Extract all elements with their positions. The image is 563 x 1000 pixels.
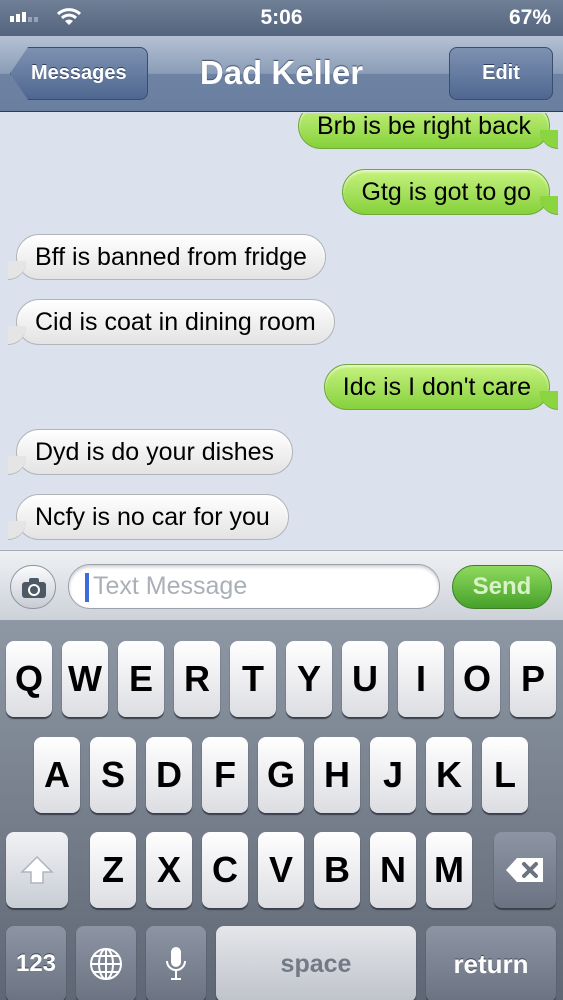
key-w[interactable]: W: [62, 641, 108, 717]
keyboard: Q W E R T Y U I O P A S D F G H J K L Z …: [0, 620, 563, 1000]
shift-key[interactable]: [6, 832, 68, 908]
key-b[interactable]: B: [314, 832, 360, 908]
key-r[interactable]: R: [174, 641, 220, 717]
message-text-input[interactable]: Text Message: [68, 564, 440, 609]
backspace-icon: [506, 858, 543, 882]
send-button[interactable]: Send: [452, 565, 552, 609]
key-x[interactable]: X: [146, 832, 192, 908]
key-i[interactable]: I: [398, 641, 444, 717]
key-y[interactable]: Y: [286, 641, 332, 717]
numbers-key[interactable]: 123: [6, 926, 66, 1000]
text-cursor: [85, 573, 89, 602]
key-m[interactable]: M: [426, 832, 472, 908]
key-z[interactable]: Z: [90, 832, 136, 908]
message-bubble-incoming[interactable]: Dyd is do your dishes: [7, 429, 294, 475]
status-bar: 5:06 67%: [0, 0, 563, 36]
key-o[interactable]: O: [454, 641, 500, 717]
key-p[interactable]: P: [510, 641, 556, 717]
shift-arrow-icon: [20, 855, 54, 884]
edit-button[interactable]: Edit: [449, 47, 553, 100]
camera-icon: [22, 578, 46, 598]
message-bubble-incoming[interactable]: Cid is coat in dining room: [8, 299, 335, 345]
microphone-icon: [166, 947, 186, 980]
key-d[interactable]: D: [146, 737, 192, 813]
battery-percentage: 67%: [508, 6, 551, 29]
key-a[interactable]: A: [34, 737, 80, 813]
delete-key[interactable]: [494, 832, 556, 908]
key-s[interactable]: S: [90, 737, 136, 813]
globe-key[interactable]: [76, 926, 136, 1000]
message-bubble-outgoing[interactable]: Idc is I don't care: [323, 364, 559, 410]
message-bubble-incoming[interactable]: Bff is banned from fridge: [8, 234, 326, 280]
message-bubble-incoming[interactable]: Ncfy is no car for you: [8, 494, 289, 540]
key-l[interactable]: L: [482, 737, 528, 813]
message-input-placeholder: Text Message: [93, 572, 248, 600]
key-f[interactable]: F: [202, 737, 248, 813]
key-j[interactable]: J: [370, 737, 416, 813]
dictation-key[interactable]: [146, 926, 206, 1000]
navigation-bar: Messages Dad Keller Edit: [0, 36, 563, 112]
message-bubble-outgoing[interactable]: Gtg is got to go: [342, 169, 558, 215]
key-c[interactable]: C: [202, 832, 248, 908]
key-n[interactable]: N: [370, 832, 416, 908]
message-bubble-outgoing[interactable]: Brb is be right back: [298, 113, 558, 149]
key-h[interactable]: H: [314, 737, 360, 813]
clock: 5:06: [260, 6, 303, 29]
message-thread[interactable]: Brb is be right back Gtg is got to go Bf…: [0, 113, 563, 550]
globe-icon: [90, 948, 122, 980]
return-key[interactable]: return: [426, 926, 556, 1000]
message-composer: Text Message Send: [0, 550, 563, 620]
key-k[interactable]: K: [426, 737, 472, 813]
key-t[interactable]: T: [230, 641, 276, 717]
space-key[interactable]: space: [216, 926, 416, 1000]
key-u[interactable]: U: [342, 641, 388, 717]
key-g[interactable]: G: [258, 737, 304, 813]
key-v[interactable]: V: [258, 832, 304, 908]
key-q[interactable]: Q: [6, 641, 52, 717]
camera-button[interactable]: [10, 565, 56, 609]
key-e[interactable]: E: [118, 641, 164, 717]
